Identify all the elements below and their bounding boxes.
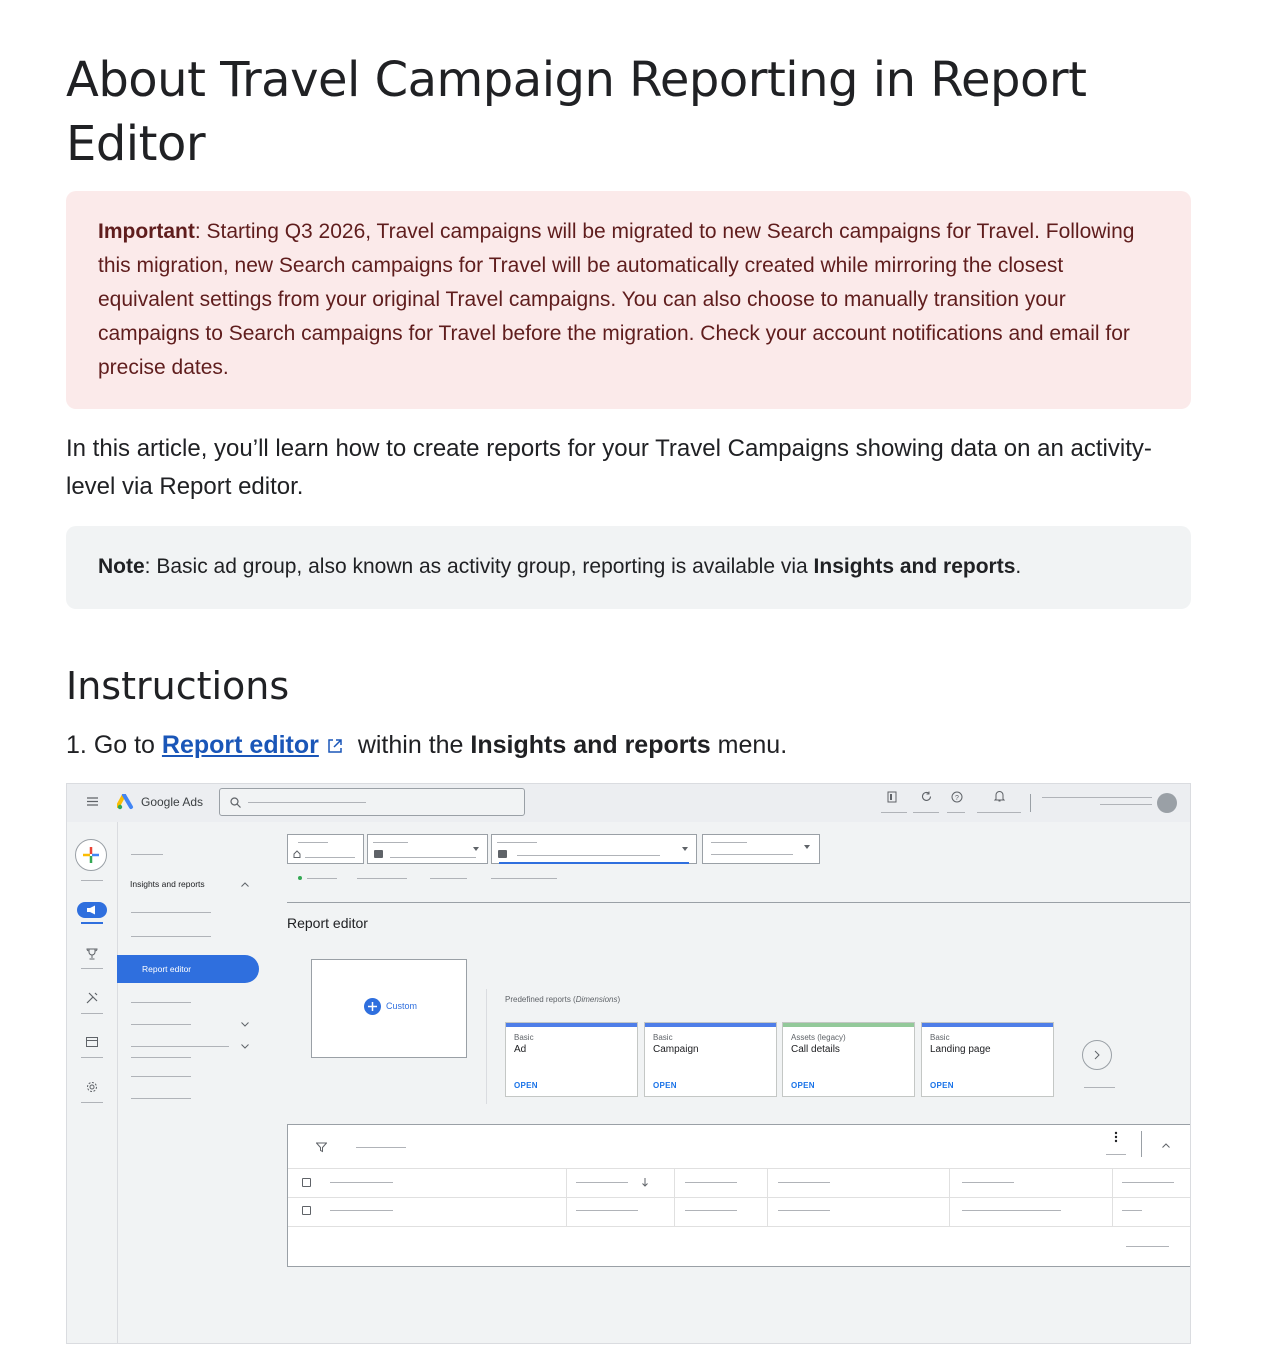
instructions-heading: Instructions — [66, 664, 290, 708]
appearance-icon[interactable] — [886, 791, 898, 803]
admin-gear-icon[interactable] — [86, 1081, 98, 1093]
card-kind: Assets (legacy) — [791, 1033, 846, 1042]
google-ads-logo-icon — [117, 794, 133, 810]
row-checkbox[interactable] — [302, 1178, 311, 1187]
chevron-up-icon[interactable] — [241, 882, 249, 887]
row-checkbox[interactable] — [302, 1206, 311, 1215]
report-table — [287, 1124, 1190, 1267]
dropdown-arrow-icon — [682, 847, 688, 851]
notifications-icon[interactable] — [994, 790, 1005, 802]
custom-label: Custom — [386, 1001, 418, 1011]
report-card-landing-page[interactable]: Basic Landing page OPEN — [921, 1022, 1054, 1097]
menu-icon[interactable] — [87, 797, 98, 806]
chevron-down-icon[interactable] — [241, 1022, 249, 1027]
help-icon[interactable]: ? — [951, 791, 963, 803]
report-card-ad[interactable]: Basic Ad OPEN — [505, 1022, 638, 1097]
search-icon — [230, 797, 241, 808]
report-card-call-details[interactable]: Assets (legacy) Call details OPEN — [782, 1022, 915, 1097]
open-button[interactable]: OPEN — [514, 1081, 538, 1090]
card-kind: Basic — [930, 1033, 950, 1042]
search-input[interactable] — [219, 788, 525, 816]
card-name: Landing page — [930, 1044, 991, 1055]
open-button[interactable]: OPEN — [930, 1081, 954, 1090]
refresh-icon[interactable] — [921, 791, 932, 802]
dropdown-arrow-icon — [804, 845, 810, 849]
plus-icon — [83, 847, 99, 863]
card-kind: Basic — [653, 1033, 673, 1042]
next-cards-button[interactable] — [1082, 1040, 1112, 1070]
table-row — [288, 1198, 1190, 1226]
goals-trophy-icon[interactable] — [86, 948, 98, 960]
important-callout: Important: Starting Q3 2026, Travel camp… — [66, 191, 1191, 409]
chevron-down-icon[interactable] — [241, 1044, 249, 1049]
custom-report-card[interactable]: Custom — [311, 959, 467, 1058]
card-name: Ad — [514, 1044, 527, 1055]
tools-icon[interactable] — [86, 992, 98, 1004]
avatar[interactable] — [1157, 793, 1177, 813]
sort-arrow-icon[interactable] — [642, 1178, 648, 1187]
dropdown-arrow-icon — [473, 847, 479, 851]
nav-item-report-editor[interactable]: Report editor — [117, 955, 259, 983]
card-kind: Basic — [514, 1033, 534, 1042]
note-end: . — [1015, 555, 1022, 578]
more-vert-icon[interactable] — [1114, 1131, 1118, 1143]
home-icon — [293, 850, 301, 858]
chevron-right-icon — [1094, 1050, 1100, 1060]
nav-active-label: Report editor — [142, 964, 192, 974]
report-editor-link[interactable]: Report editor — [162, 731, 319, 759]
important-text: : Starting Q3 2026, Travel campaigns wil… — [98, 220, 1135, 379]
campaigns-rail-icon[interactable] — [77, 902, 107, 918]
open-button[interactable]: OPEN — [791, 1081, 815, 1090]
icon-rail — [67, 822, 118, 1343]
billing-icon[interactable] — [86, 1037, 98, 1047]
ad-group-selector[interactable] — [491, 834, 697, 864]
main-content: Report editor Custom Predefined reports … — [287, 822, 1190, 1343]
table-row — [288, 1169, 1190, 1197]
create-button[interactable] — [75, 839, 107, 871]
filter-icon[interactable] — [316, 1142, 327, 1153]
report-card-campaign[interactable]: Basic Campaign OPEN — [644, 1022, 777, 1097]
page-title: Report editor — [287, 915, 368, 931]
card-name: Campaign — [653, 1044, 699, 1055]
note-label: Note — [98, 555, 145, 578]
brand-name: Google Ads — [141, 795, 204, 809]
app-topbar: Google Ads ? — [67, 784, 1190, 822]
note-text: : Basic ad group, also known as activity… — [144, 555, 814, 578]
nav-section-insights[interactable]: Insights and reports — [130, 879, 205, 889]
step-middle: within the — [357, 731, 464, 759]
campaign-selector[interactable] — [367, 834, 488, 864]
article-title: About Travel Campaign Reporting in Repor… — [66, 52, 1087, 172]
filter-selector[interactable] — [702, 834, 820, 864]
open-button[interactable]: OPEN — [653, 1081, 677, 1090]
add-circle-icon — [364, 998, 381, 1015]
megaphone-icon — [87, 905, 95, 915]
important-label: Important — [98, 220, 195, 243]
step-bold: Insights and reports — [470, 731, 711, 759]
step-prefix: Go to — [93, 731, 155, 759]
predefined-reports-label: Predefined reports (Dimensions) — [505, 995, 621, 1004]
step-number: 1. — [66, 731, 87, 759]
card-name: Call details — [791, 1044, 840, 1055]
note-link-label: Insights and reports — [813, 555, 1016, 578]
note-callout: Note: Basic ad group, also known as acti… — [66, 526, 1191, 609]
intro-paragraph: In this article, you’ll learn how to cre… — [66, 435, 1152, 500]
step-1: 1. Go to Report editor within the Insigh… — [66, 728, 787, 762]
report-editor-screenshot: Google Ads ? Insights and reports Report… — [66, 783, 1191, 1344]
external-link-icon — [328, 739, 342, 753]
side-navigation: Insights and reports Report editor — [117, 822, 287, 1343]
step-suffix: menu. — [717, 731, 788, 759]
svg-text:?: ? — [955, 795, 959, 802]
account-selector[interactable] — [287, 834, 364, 864]
collapse-chevron-up-icon[interactable] — [1162, 1143, 1170, 1148]
